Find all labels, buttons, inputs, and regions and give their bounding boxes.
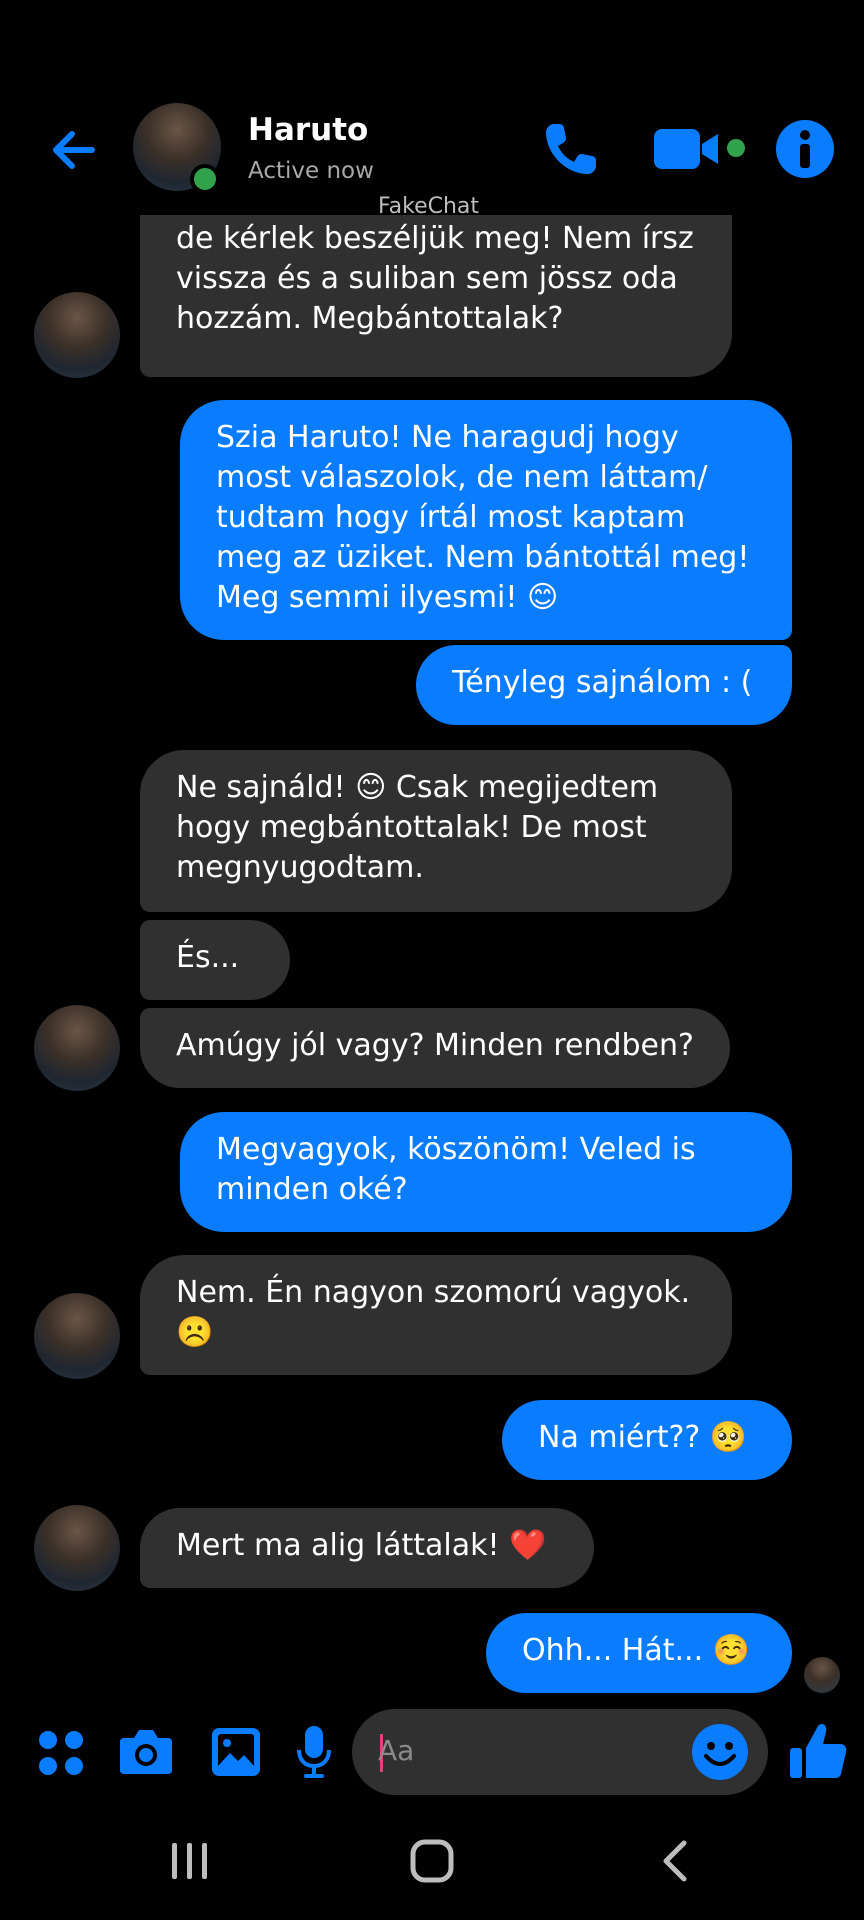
message-text: Szia Haruto! Ne haragudj hogy most válas… xyxy=(216,420,750,615)
message-input-placeholder: Aa xyxy=(378,1734,415,1767)
message-text: Nem. Én nagyon szomorú vagyok. ☹️ xyxy=(176,1275,691,1350)
back-arrow-icon[interactable] xyxy=(44,120,104,180)
watermark: FakeChat xyxy=(378,194,480,219)
gallery-icon[interactable] xyxy=(210,1726,262,1778)
message-text: És... xyxy=(176,940,240,975)
message-text: Na miért?? 🥺 xyxy=(538,1420,748,1455)
contact-status: Active now xyxy=(248,158,374,184)
microphone-icon[interactable] xyxy=(296,1724,332,1780)
camera-icon[interactable] xyxy=(118,1726,174,1778)
video-camera-icon[interactable] xyxy=(652,124,748,174)
incoming-message[interactable]: És... xyxy=(140,920,290,1000)
apps-grid-icon[interactable] xyxy=(36,1728,86,1778)
message-text: Megvagyok, köszönöm! Veled is minden oké… xyxy=(216,1132,696,1207)
message-text: Tényleg sajnálom : ( xyxy=(452,665,753,700)
message-text: Ohh... Hát... ☺️ xyxy=(522,1633,750,1668)
contact-avatar-thumb[interactable] xyxy=(34,1293,120,1379)
recents-icon[interactable] xyxy=(168,1839,212,1883)
contact-avatar-thumb[interactable] xyxy=(34,1505,120,1591)
incoming-message[interactable]: Mert ma alig láttalak! ❤️ xyxy=(140,1508,594,1588)
outgoing-message[interactable]: Ohh... Hát... ☺️ xyxy=(486,1613,792,1693)
message-text: Mert ma alig láttalak! ❤️ xyxy=(176,1528,547,1563)
message-thread[interactable]: Szia Bora! Nem tudom mi a baj, de kérlek… xyxy=(0,195,864,1705)
seen-receipt-avatar xyxy=(804,1657,840,1693)
online-status-dot xyxy=(190,164,220,194)
message-text: Amúgy jól vagy? Minden rendben? xyxy=(176,1028,694,1063)
outgoing-message[interactable]: Megvagyok, köszönöm! Veled is minden oké… xyxy=(180,1112,792,1232)
incoming-message[interactable]: Amúgy jól vagy? Minden rendben? xyxy=(140,1008,730,1088)
system-navigation-bar xyxy=(0,1815,864,1920)
thumbs-up-icon[interactable] xyxy=(788,1720,848,1782)
emoji-icon[interactable] xyxy=(690,1722,750,1782)
outgoing-message[interactable]: Na miért?? 🥺 xyxy=(502,1400,792,1480)
incoming-message[interactable]: Nem. Én nagyon szomorú vagyok. ☹️ xyxy=(140,1255,732,1375)
phone-icon[interactable] xyxy=(540,116,604,180)
contact-avatar-thumb[interactable] xyxy=(34,292,120,378)
home-icon[interactable] xyxy=(408,1837,456,1885)
incoming-message[interactable]: Szia Bora! Nem tudom mi a baj, de kérlek… xyxy=(140,195,732,377)
chat-header: Haruto Active now xyxy=(0,0,864,215)
outgoing-message[interactable]: Tényleg sajnálom : ( xyxy=(416,645,792,725)
message-text: Ne sajnáld! 😊 Csak megijedtem hogy megbá… xyxy=(176,770,659,885)
incoming-message[interactable]: Ne sajnáld! 😊 Csak megijedtem hogy megbá… xyxy=(140,750,732,912)
contact-avatar-thumb[interactable] xyxy=(34,1005,120,1091)
contact-name[interactable]: Haruto xyxy=(248,112,368,148)
nav-back-icon[interactable] xyxy=(656,1837,692,1885)
info-icon[interactable] xyxy=(774,118,836,180)
outgoing-message[interactable]: Szia Haruto! Ne haragudj hogy most válas… xyxy=(180,400,792,640)
